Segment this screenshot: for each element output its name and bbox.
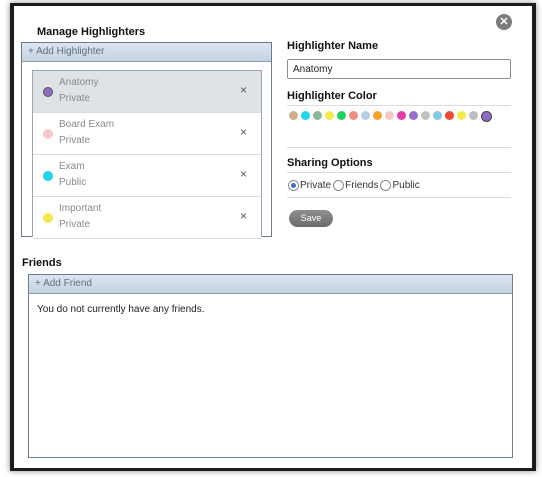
remove-highlighter-icon[interactable]: × — [240, 125, 247, 139]
highlighter-color-dot — [43, 171, 53, 181]
highlighter-sharing: Private — [59, 219, 91, 230]
close-icon[interactable]: ✕ — [496, 14, 512, 30]
friends-title: Friends — [22, 257, 62, 269]
color-swatch[interactable] — [385, 111, 394, 120]
color-swatch[interactable] — [337, 111, 346, 120]
highlighter-sharing: Private — [59, 93, 91, 104]
color-swatch[interactable] — [409, 111, 418, 120]
highlighters-panel: + Add Highlighter Anatomy Private × Board E… — [21, 42, 272, 239]
color-swatch[interactable] — [397, 111, 406, 120]
friends-panel: + Add Friend You do not currently have a… — [28, 274, 513, 458]
save-button[interactable]: Save — [289, 210, 333, 227]
highlighter-name: Important — [59, 203, 102, 214]
highlighter-name-label: Highlighter Name — [287, 40, 379, 52]
highlighter-color-dot — [43, 87, 53, 97]
color-swatch-grid — [289, 111, 503, 122]
radio-button[interactable] — [380, 180, 392, 191]
divider — [287, 197, 511, 198]
color-swatch[interactable] — [289, 111, 298, 120]
color-swatch[interactable] — [469, 111, 478, 120]
highlighter-color-dot — [43, 129, 53, 139]
color-swatch[interactable] — [433, 111, 442, 120]
radio-label: Private — [300, 180, 332, 191]
highlighter-sharing: Public — [59, 177, 87, 188]
highlighter-item[interactable]: Important Private × — [33, 197, 261, 239]
radio-button[interactable] — [288, 180, 299, 191]
color-swatch[interactable] — [313, 111, 322, 120]
highlighter-color-dot — [43, 213, 53, 223]
color-swatch[interactable] — [301, 111, 310, 120]
color-swatch[interactable] — [349, 111, 358, 120]
friends-empty-message: You do not currently have any friends. — [37, 304, 205, 315]
highlighter-color-label: Highlighter Color — [287, 90, 377, 102]
color-swatch[interactable] — [373, 111, 382, 120]
color-swatch[interactable] — [361, 111, 370, 120]
highlighter-sharing: Private — [59, 135, 91, 146]
color-swatch[interactable] — [445, 111, 454, 120]
sharing-options-label: Sharing Options — [287, 157, 373, 169]
divider — [287, 105, 511, 106]
radio-label: Public — [392, 180, 420, 191]
radio-button[interactable] — [333, 180, 345, 191]
color-swatch[interactable] — [481, 111, 492, 122]
remove-highlighter-icon[interactable]: × — [240, 209, 247, 223]
sharing-radio-group: Private Friends Public — [288, 180, 422, 191]
sharing-option-private[interactable]: Private — [288, 180, 331, 191]
radio-label: Friends — [345, 180, 379, 191]
remove-highlighter-icon[interactable]: × — [240, 83, 247, 97]
sharing-option-friends[interactable]: Friends — [333, 180, 378, 191]
divider — [287, 172, 511, 173]
color-swatch[interactable] — [421, 111, 430, 120]
manage-highlighters-title: Manage Highlighters — [37, 26, 146, 38]
remove-highlighter-icon[interactable]: × — [240, 167, 247, 181]
highlighter-name-input[interactable] — [287, 59, 511, 79]
add-friend-button[interactable]: + Add Friend — [29, 275, 512, 294]
highlighter-item[interactable]: Board Exam Private × — [33, 113, 261, 155]
highlighter-name: Exam — [59, 161, 85, 172]
highlighter-item[interactable]: Exam Public × — [33, 155, 261, 197]
highlighter-name: Board Exam — [59, 119, 115, 130]
highlighter-list: Anatomy Private × Board Exam Private × Exam Pub… — [32, 70, 262, 239]
highlighter-name: Anatomy — [59, 77, 99, 88]
highlighter-item[interactable]: Anatomy Private × — [33, 71, 261, 113]
color-swatch[interactable] — [325, 111, 334, 120]
add-highlighter-button[interactable]: + Add Highlighter — [22, 43, 271, 62]
divider — [287, 147, 511, 148]
sharing-option-public[interactable]: Public — [380, 180, 420, 191]
color-swatch[interactable] — [457, 111, 466, 120]
